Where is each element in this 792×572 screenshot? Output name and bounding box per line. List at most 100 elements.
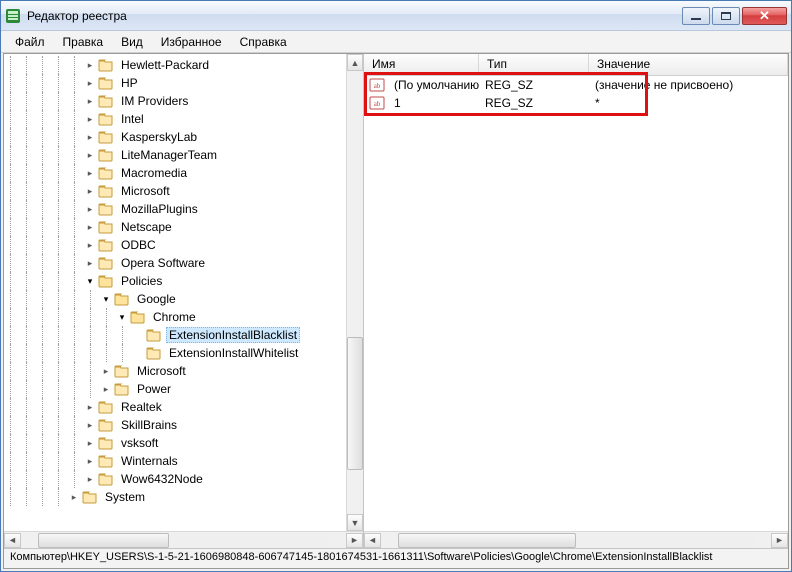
tree-item[interactable]: ▸HP xyxy=(4,74,346,92)
cell-type: REG_SZ xyxy=(479,77,589,93)
titlebar[interactable]: Редактор реестра ✕ xyxy=(1,1,791,31)
list-row[interactable]: ab(По умолчанию)REG_SZ(значение не присв… xyxy=(364,76,788,94)
chevron-right-icon[interactable]: ▸ xyxy=(84,419,96,431)
tree-item[interactable]: ▸LiteManagerTeam xyxy=(4,146,346,164)
chevron-right-icon[interactable]: ▸ xyxy=(84,437,96,449)
tree-item-label: Chrome xyxy=(150,309,199,325)
tree-item[interactable]: ExtensionInstallBlacklist xyxy=(4,326,346,344)
scroll-up-icon[interactable]: ▲ xyxy=(347,54,363,71)
tree-item-label: Power xyxy=(134,381,174,397)
chevron-right-icon[interactable]: ▸ xyxy=(84,113,96,125)
chevron-right-icon[interactable]: ▸ xyxy=(100,383,112,395)
tree-item[interactable]: ▸ KasperskyLab xyxy=(4,128,346,146)
tree-item[interactable]: ▾Policies xyxy=(4,272,346,290)
chevron-right-icon[interactable]: ▸ xyxy=(84,221,96,233)
chevron-right-icon[interactable]: ▸ xyxy=(84,149,96,161)
folder-icon xyxy=(98,76,114,90)
folder-icon xyxy=(98,148,114,162)
tree-item[interactable]: ▸Realtek xyxy=(4,398,346,416)
tree-vscrollbar[interactable]: ▲ ▼ xyxy=(346,54,363,531)
chevron-down-icon[interactable]: ▾ xyxy=(116,311,128,323)
column-header-name[interactable]: Имя xyxy=(364,54,479,75)
chevron-right-icon[interactable]: ▸ xyxy=(84,239,96,251)
tree-item[interactable]: ▾Google xyxy=(4,290,346,308)
folder-icon xyxy=(98,130,114,144)
tree-item-label: vsksoft xyxy=(118,435,161,451)
tree[interactable]: ▸Hewlett-Packard▸HP▸IM Providers▸Intel▸K… xyxy=(4,54,346,508)
tree-item-label: Macromedia xyxy=(118,165,190,181)
scroll-down-icon[interactable]: ▼ xyxy=(347,514,363,531)
chevron-right-icon[interactable]: ▸ xyxy=(84,473,96,485)
tree-item-label: Winternals xyxy=(118,453,181,469)
tree-item[interactable]: ▾ Chrome xyxy=(4,308,346,326)
list-body[interactable]: ab(По умолчанию)REG_SZ(значение не присв… xyxy=(364,76,788,531)
tree-item[interactable]: ▸ODBC xyxy=(4,236,346,254)
tree-item[interactable]: ▸ Winternals xyxy=(4,452,346,470)
scroll-right-icon[interactable]: ► xyxy=(346,533,363,548)
tree-item-label: ExtensionInstallBlacklist xyxy=(166,327,300,343)
tree-item-label: KasperskyLab xyxy=(118,129,200,145)
menu-view[interactable]: Вид xyxy=(113,33,151,51)
list-row[interactable]: ab1REG_SZ* xyxy=(364,94,788,112)
menu-favorites[interactable]: Избранное xyxy=(153,33,230,51)
folder-icon xyxy=(98,94,114,108)
column-header-value[interactable]: Значение xyxy=(589,54,788,75)
chevron-right-icon[interactable]: ▸ xyxy=(84,401,96,413)
chevron-right-icon[interactable]: ▸ xyxy=(84,203,96,215)
tree-item[interactable]: ▸MozillaPlugins xyxy=(4,200,346,218)
menu-file[interactable]: Файл xyxy=(7,33,53,51)
folder-icon xyxy=(98,238,114,252)
folder-icon xyxy=(146,328,162,342)
tree-item[interactable]: ▸SkillBrains xyxy=(4,416,346,434)
chevron-right-icon[interactable]: ▸ xyxy=(84,131,96,143)
tree-item[interactable]: ▸Microsoft xyxy=(4,182,346,200)
folder-icon xyxy=(130,310,146,324)
panes: ▸Hewlett-Packard▸HP▸IM Providers▸Intel▸K… xyxy=(4,54,788,548)
tree-item[interactable]: ▸Netscape xyxy=(4,218,346,236)
window-title: Редактор реестра xyxy=(27,9,680,23)
folder-icon xyxy=(98,112,114,126)
reg-string-icon: ab xyxy=(369,77,385,93)
folder-icon xyxy=(114,382,130,396)
tree-item[interactable]: ExtensionInstallWhitelist xyxy=(4,344,346,362)
chevron-right-icon[interactable]: ▸ xyxy=(68,491,80,503)
tree-item-label: Wow6432Node xyxy=(118,471,206,487)
tree-item[interactable]: ▸ Power xyxy=(4,380,346,398)
menu-edit[interactable]: Правка xyxy=(55,33,112,51)
chevron-right-icon[interactable]: ▸ xyxy=(84,95,96,107)
tree-item[interactable]: ▸Opera Software xyxy=(4,254,346,272)
chevron-right-icon[interactable]: ▸ xyxy=(84,77,96,89)
tree-item[interactable]: ▸ Wow6432Node xyxy=(4,470,346,488)
scroll-left-icon[interactable]: ◄ xyxy=(4,533,21,548)
chevron-down-icon[interactable]: ▾ xyxy=(100,293,112,305)
column-header-type[interactable]: Тип xyxy=(479,54,589,75)
list-hscrollbar[interactable]: ◄ ► xyxy=(364,531,788,548)
tree-item[interactable]: ▸IM Providers xyxy=(4,92,346,110)
folder-icon xyxy=(114,364,130,378)
tree-item[interactable]: ▸ Macromedia xyxy=(4,164,346,182)
chevron-right-icon[interactable]: ▸ xyxy=(84,455,96,467)
scroll-left-icon[interactable]: ◄ xyxy=(364,533,381,548)
close-button[interactable]: ✕ xyxy=(742,7,787,25)
chevron-right-icon[interactable]: ▸ xyxy=(84,167,96,179)
menu-help[interactable]: Справка xyxy=(232,33,295,51)
tree-item[interactable]: ▸Intel xyxy=(4,110,346,128)
folder-icon xyxy=(98,454,114,468)
tree-item[interactable]: ▸Hewlett-Packard xyxy=(4,56,346,74)
menubar: Файл Правка Вид Избранное Справка xyxy=(1,31,791,53)
chevron-right-icon[interactable]: ▸ xyxy=(100,365,112,377)
cell-type: REG_SZ xyxy=(479,95,589,111)
tree-item[interactable]: ▸ vsksoft xyxy=(4,434,346,452)
tree-item[interactable]: ▸Microsoft xyxy=(4,362,346,380)
tree-hscrollbar[interactable]: ◄ ► xyxy=(4,531,363,548)
chevron-right-icon[interactable]: ▸ xyxy=(84,185,96,197)
tree-scroll: ▸Hewlett-Packard▸HP▸IM Providers▸Intel▸K… xyxy=(4,54,363,531)
tree-item[interactable]: ▸System xyxy=(4,488,346,506)
maximize-button[interactable] xyxy=(712,7,740,25)
chevron-down-icon[interactable]: ▾ xyxy=(84,275,96,287)
scroll-right-icon[interactable]: ► xyxy=(771,533,788,548)
folder-icon xyxy=(98,220,114,234)
chevron-right-icon[interactable]: ▸ xyxy=(84,257,96,269)
chevron-right-icon[interactable]: ▸ xyxy=(84,59,96,71)
minimize-button[interactable] xyxy=(682,7,710,25)
